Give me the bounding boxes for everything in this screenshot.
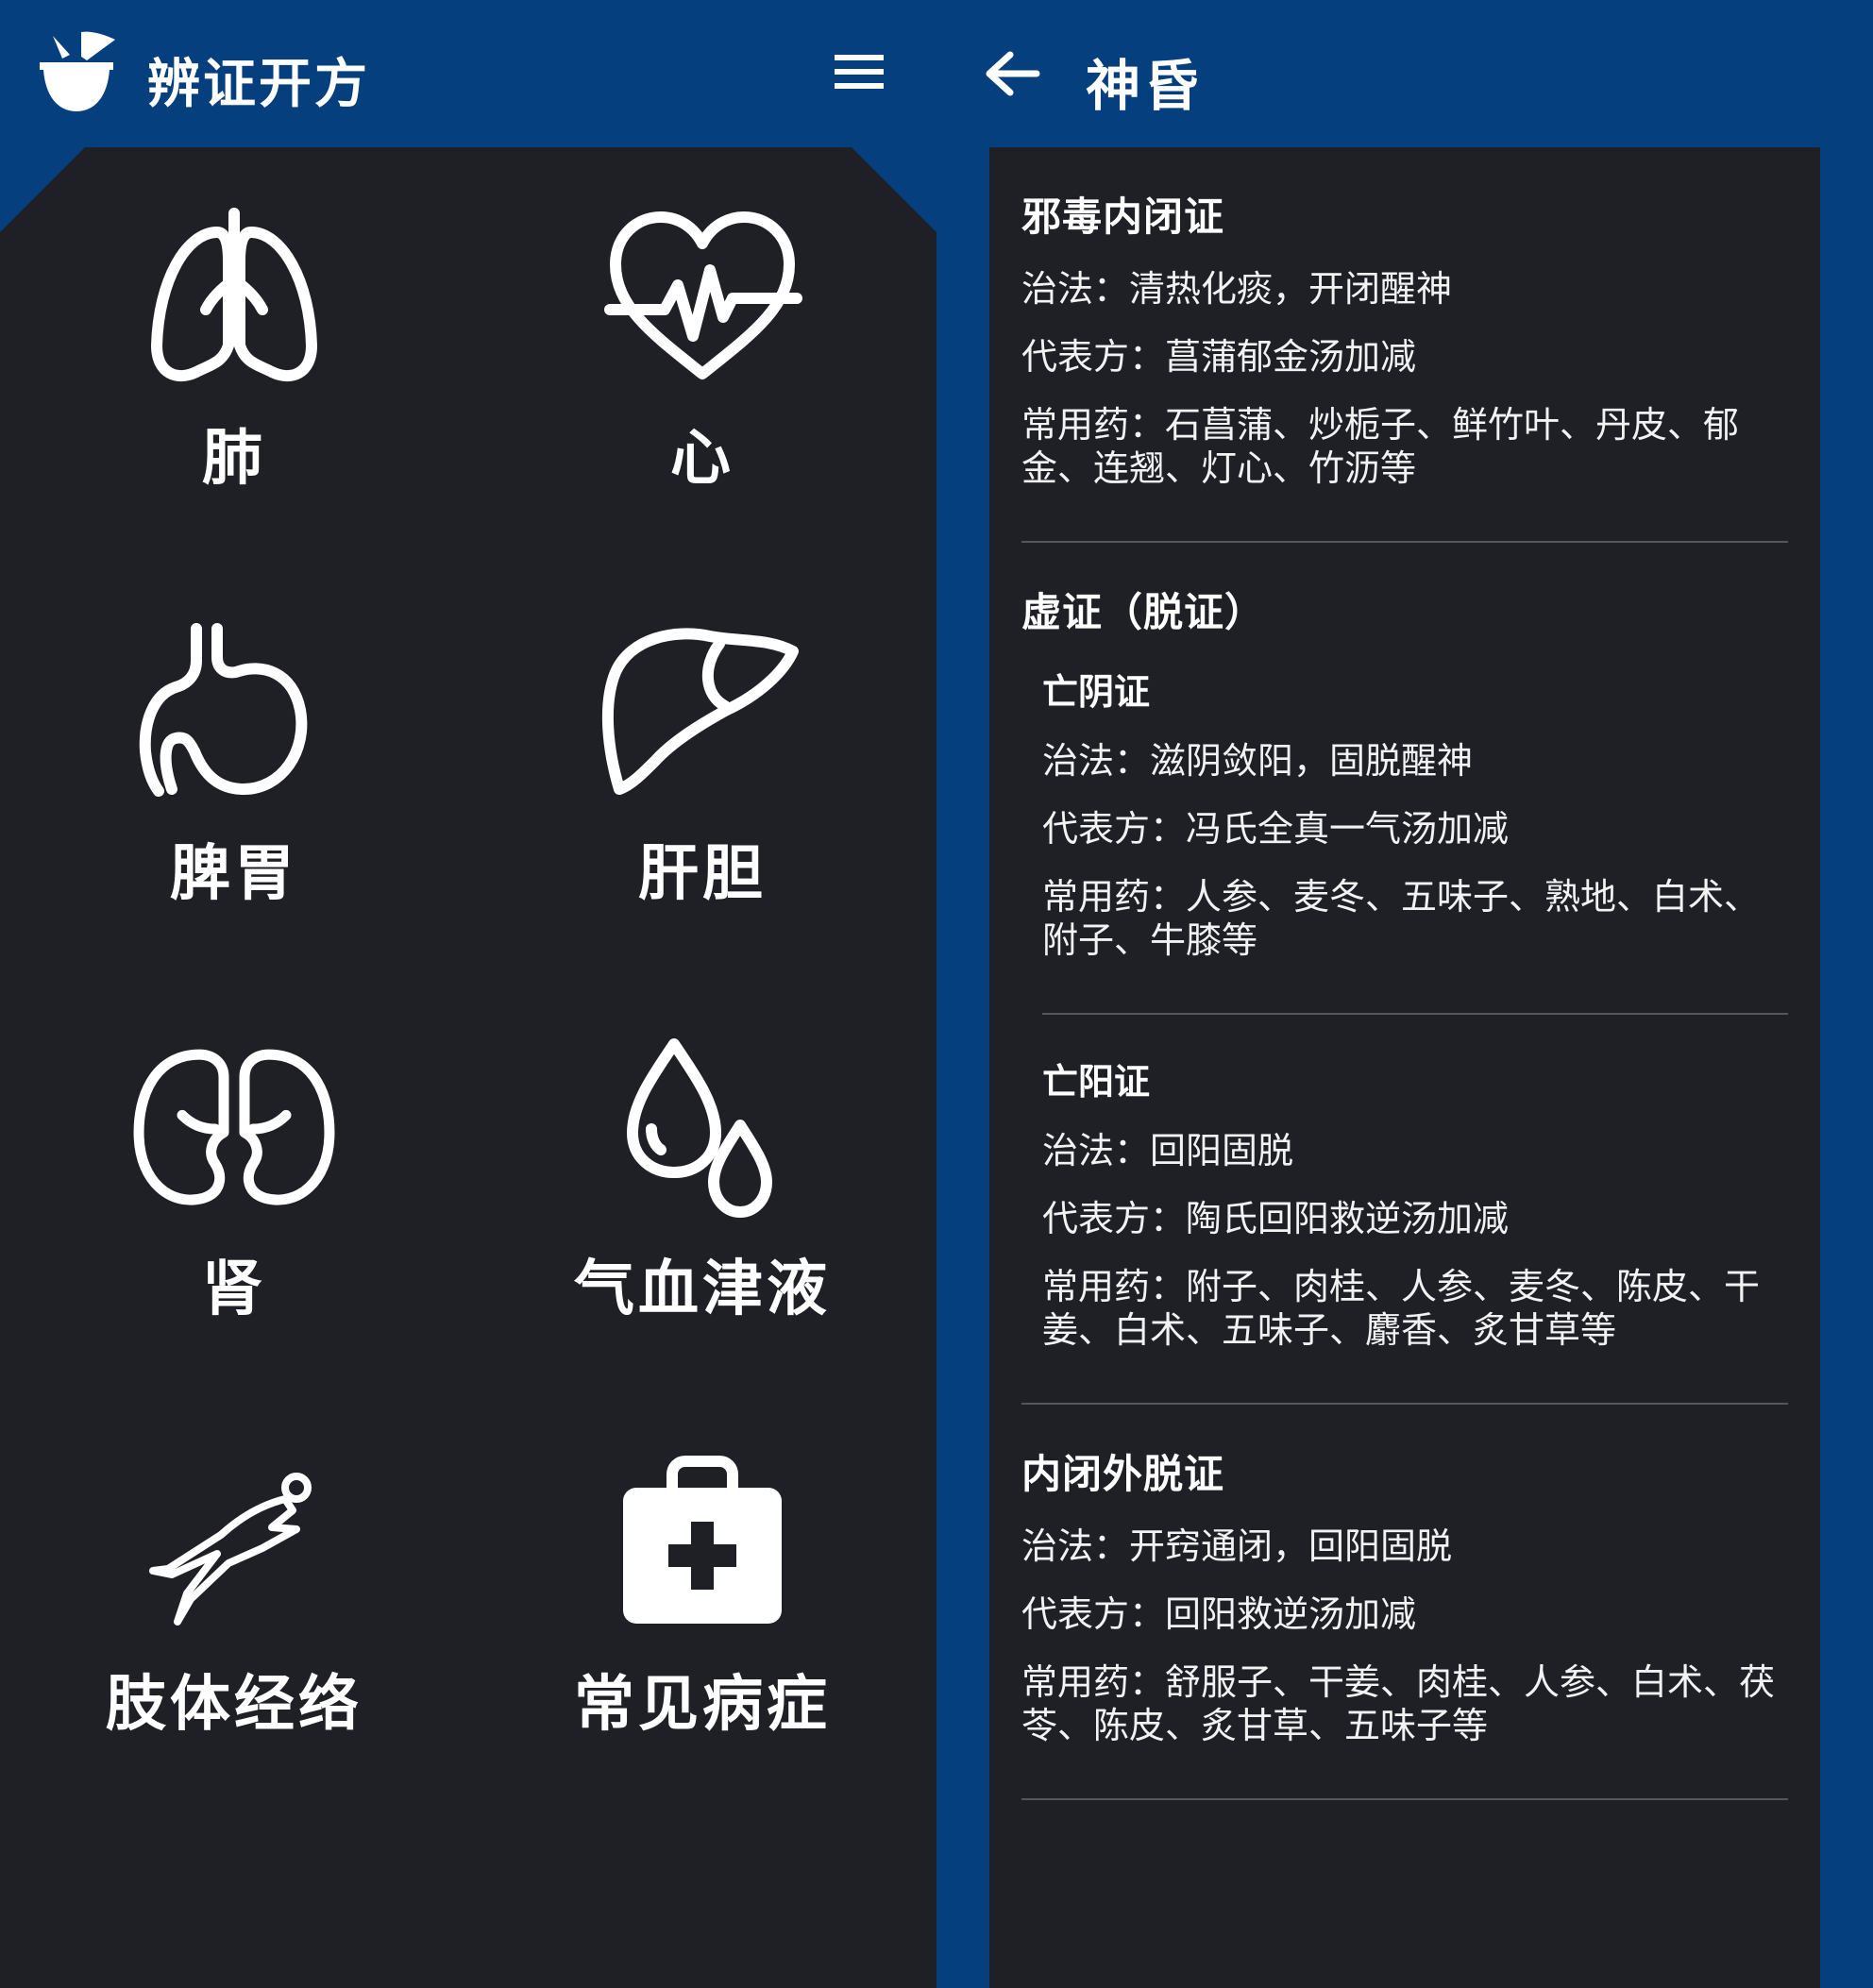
tile-label: 肺 (202, 424, 266, 494)
tile-liver-gallbladder[interactable]: 肝胆 (468, 619, 936, 1035)
detail-header: 神昏 (972, 0, 1873, 151)
treatment-method: 治法：清热化痰，开闭醒神 (1021, 268, 1453, 310)
treatment-method: 治法：滋阴敛阳，固脱醒神 (1042, 740, 1474, 782)
tile-label: 脾胃 (170, 839, 298, 909)
subsection-yin-collapse: 亡阴证 治法：滋阴敛阳，固脱醒神 代表方：冯氏全真一气汤加减 常用药：人参、麦冬… (1042, 663, 1788, 1015)
tile-label: 心 (670, 424, 734, 494)
treatment-method: 治法：开窍通闭，回阳固脱 (1021, 1525, 1453, 1567)
detail-panel: 邪毒内闭证 治法：清热化痰，开闭醒神 代表方：菖蒲郁金汤加减 常用药：石菖蒲、炒… (989, 147, 1820, 1988)
tile-label: 常见病症 (574, 1670, 831, 1740)
drops-icon (627, 1038, 772, 1218)
detail-content: 邪毒内闭证 治法：清热化痰，开闭醒神 代表方：菖蒲郁金汤加减 常用药：石菖蒲、炒… (1021, 185, 1788, 1838)
tile-common-diseases[interactable]: 常见病症 (468, 1450, 936, 1865)
subsection-title: 亡阳证 (1042, 1061, 1151, 1103)
hamburger-menu-icon[interactable] (831, 49, 887, 94)
section-title: 邪毒内闭证 (1021, 194, 1225, 240)
representative-formula: 代表方：冯氏全真一气汤加减 (1042, 808, 1510, 850)
stomach-icon (139, 623, 308, 797)
page-title: 神昏 (1086, 54, 1204, 118)
common-herbs: 常用药：附子、肉桂、人参、麦冬、陈皮、干姜、白术、五味子、麝香、炙甘草等 (1042, 1266, 1761, 1351)
left-app-header: 辨证开方 (0, 0, 944, 151)
representative-formula: 代表方：陶氏回阳救逆汤加减 (1042, 1198, 1510, 1239)
representative-formula: 代表方：回阳救逆汤加减 (1021, 1593, 1417, 1635)
app-title: 辨证开方 (147, 54, 370, 115)
tile-label: 肾 (202, 1255, 266, 1324)
common-herbs: 常用药：人参、麦冬、五味子、熟地、白术、附子、牛膝等 (1042, 876, 1761, 961)
tile-label: 气血津液 (574, 1255, 831, 1324)
tile-label: 肝胆 (638, 839, 767, 909)
subsection-title: 亡阴证 (1042, 671, 1151, 713)
mortar-logo-icon (40, 31, 115, 111)
body-figure-icon (149, 1473, 312, 1626)
common-herbs: 常用药：石菖蒲、炒栀子、鲜竹叶、丹皮、郁金、连翘、灯心、竹沥等 (1021, 404, 1740, 489)
subsection-yang-collapse: 亡阳证 治法：回阳固脱 代表方：陶氏回阳救逆汤加减 常用药：附子、肉桂、人参、麦… (1042, 1053, 1788, 1352)
section-title: 虚证（脱证） (1021, 589, 1266, 635)
representative-formula: 代表方：菖蒲郁金汤加减 (1021, 336, 1417, 378)
section-deficiency-collapse: 虚证（脱证） 亡阴证 治法：滋阴敛阳，固脱醒神 代表方：冯氏全真一气汤加减 常用… (1021, 581, 1788, 1405)
liver-icon (601, 628, 799, 795)
tile-kidney[interactable]: 肾 (0, 1035, 468, 1450)
lungs-icon (151, 208, 317, 381)
tile-lung[interactable]: 肺 (0, 204, 468, 619)
tile-heart[interactable]: 心 (468, 204, 936, 619)
kidneys-icon (133, 1049, 335, 1205)
back-arrow-icon[interactable] (982, 47, 1042, 100)
tile-limbs-meridians[interactable]: 肢体经络 (0, 1450, 468, 1865)
tile-label: 肢体经络 (106, 1670, 363, 1740)
treatment-method: 治法：回阳固脱 (1042, 1130, 1294, 1171)
common-herbs: 常用药：舒服子、干姜、肉桂、人参、白术、茯苓、陈皮、炙甘草、五味子等 (1021, 1661, 1776, 1746)
section-title: 内闭外脱证 (1021, 1451, 1225, 1497)
section-inner-closure-outer-collapse: 内闭外脱证 治法：开窍通闭，回阳固脱 代表方：回阳救逆汤加减 常用药：舒服子、干… (1021, 1442, 1788, 1800)
tile-qi-blood-fluids[interactable]: 气血津液 (468, 1035, 936, 1450)
heart-pulse-icon (604, 211, 802, 379)
category-panel: 肺 心 脾胃 肝胆 肾 气血津液 肢体经络 常见病症 (0, 147, 936, 1988)
first-aid-kit-icon (623, 1456, 782, 1624)
tile-spleen-stomach[interactable]: 脾胃 (0, 619, 468, 1035)
section-evil-toxin-closure: 邪毒内闭证 治法：清热化痰，开闭醒神 代表方：菖蒲郁金汤加减 常用药：石菖蒲、炒… (1021, 185, 1788, 543)
